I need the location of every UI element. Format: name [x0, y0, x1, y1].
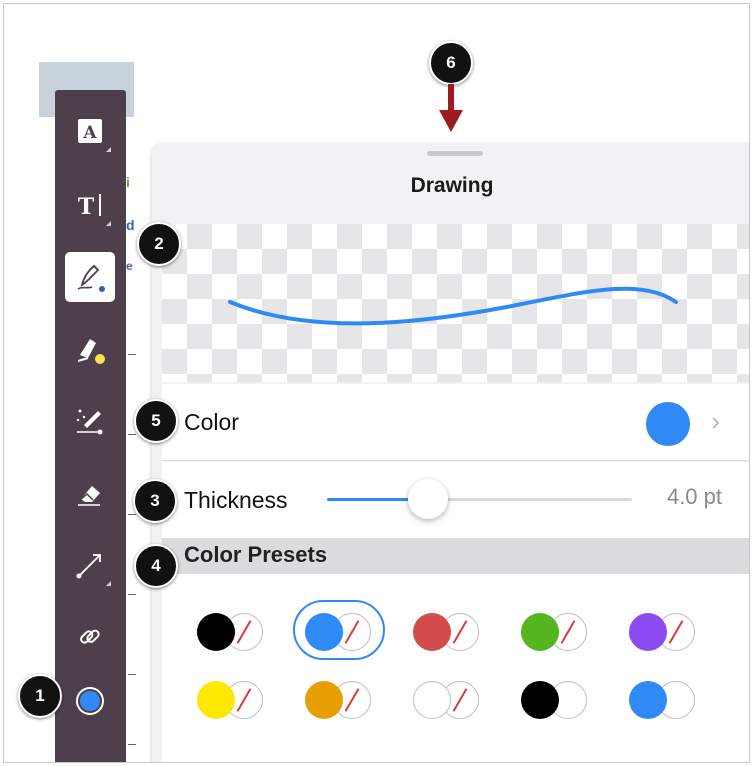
color-preset[interactable] — [511, 670, 603, 730]
current-color-swatch[interactable] — [646, 402, 690, 446]
callout-arrow-icon — [439, 84, 463, 132]
screenshot-frame: i d e A T Drawing Color › Thickness 4.0 … — [3, 3, 750, 763]
annotation-toolbar: A T — [55, 90, 126, 762]
document-rule — [128, 434, 136, 435]
arrow-line-icon — [76, 554, 101, 579]
callout-badge: 1 — [18, 674, 62, 718]
preset-fill-swatch — [305, 681, 343, 719]
link-tool[interactable] — [65, 612, 115, 662]
stroke-preview — [162, 224, 749, 382]
text-box-icon: A — [78, 119, 102, 143]
document-text-fragment: e — [126, 259, 133, 273]
text-cursor-icon: T — [78, 194, 101, 220]
document-text-fragment: d — [126, 217, 135, 233]
panel-title: Drawing — [410, 174, 494, 197]
svg-text:A: A — [82, 123, 97, 143]
color-preset[interactable] — [619, 670, 711, 730]
chevron-right-icon: › — [711, 406, 720, 436]
preset-fill-swatch — [413, 681, 451, 719]
pen-icon — [77, 264, 105, 292]
preset-fill-swatch — [629, 681, 667, 719]
submenu-indicator-icon — [106, 221, 111, 226]
text-box-tool[interactable]: A — [65, 106, 115, 156]
magic-pen-tool[interactable] — [65, 396, 115, 446]
preset-fill-swatch — [197, 681, 235, 719]
color-preset[interactable] — [293, 600, 385, 660]
color-preset[interactable] — [511, 602, 603, 662]
document-rule — [128, 744, 136, 745]
thickness-slider-knob[interactable] — [407, 479, 448, 519]
preset-fill-swatch — [521, 681, 559, 719]
preset-fill-swatch — [305, 613, 343, 651]
panel-grabber-handle[interactable] — [427, 151, 483, 156]
preset-fill-swatch — [629, 613, 667, 651]
color-preset[interactable] — [403, 602, 495, 662]
document-rule — [128, 514, 136, 515]
color-preset[interactable] — [187, 602, 279, 662]
callout-badge: 6 — [429, 41, 473, 85]
svg-text:T: T — [78, 194, 95, 220]
highlighter-icon — [77, 339, 105, 364]
color-preset[interactable] — [619, 602, 711, 662]
color-preset[interactable] — [187, 670, 279, 730]
pen-tool[interactable] — [65, 252, 115, 302]
line-tool[interactable] — [65, 540, 115, 590]
document-rule — [128, 594, 136, 595]
color-presets-header: Color Presets — [162, 538, 749, 574]
highlighter-tool[interactable] — [65, 324, 115, 374]
callout-badge: 5 — [134, 399, 178, 443]
color-preset[interactable] — [295, 670, 387, 730]
thickness-label: Thickness — [184, 486, 288, 513]
preset-fill-swatch — [413, 613, 451, 651]
document-rule — [128, 674, 136, 675]
eraser-icon — [78, 486, 100, 506]
color-presets-grid — [162, 574, 749, 762]
thickness-value: 4.0 pt — [666, 484, 722, 509]
thickness-slider[interactable] — [327, 479, 632, 519]
stroke-preview-curve — [228, 286, 678, 326]
submenu-indicator-icon — [106, 147, 111, 152]
document-text-fragment: i — [126, 174, 130, 190]
color-tool[interactable] — [65, 676, 115, 726]
thickness-row: Thickness 4.0 pt — [162, 462, 749, 538]
callout-badge: 3 — [133, 479, 177, 523]
magic-pen-icon — [76, 409, 103, 435]
callout-badge: 2 — [137, 222, 181, 266]
color-dot-icon — [76, 687, 104, 715]
color-row[interactable]: Color › — [162, 384, 749, 461]
eraser-tool[interactable] — [65, 468, 115, 518]
callout-badge: 4 — [134, 544, 178, 588]
text-tool[interactable]: T — [65, 180, 115, 230]
preset-fill-swatch — [197, 613, 235, 651]
drawing-panel: Drawing Color › Thickness 4.0 pt Color P… — [152, 144, 749, 762]
submenu-indicator-icon — [106, 581, 111, 586]
color-preset[interactable] — [403, 670, 495, 730]
document-rule — [128, 354, 136, 355]
preset-fill-swatch — [521, 613, 559, 651]
link-icon — [80, 629, 100, 644]
